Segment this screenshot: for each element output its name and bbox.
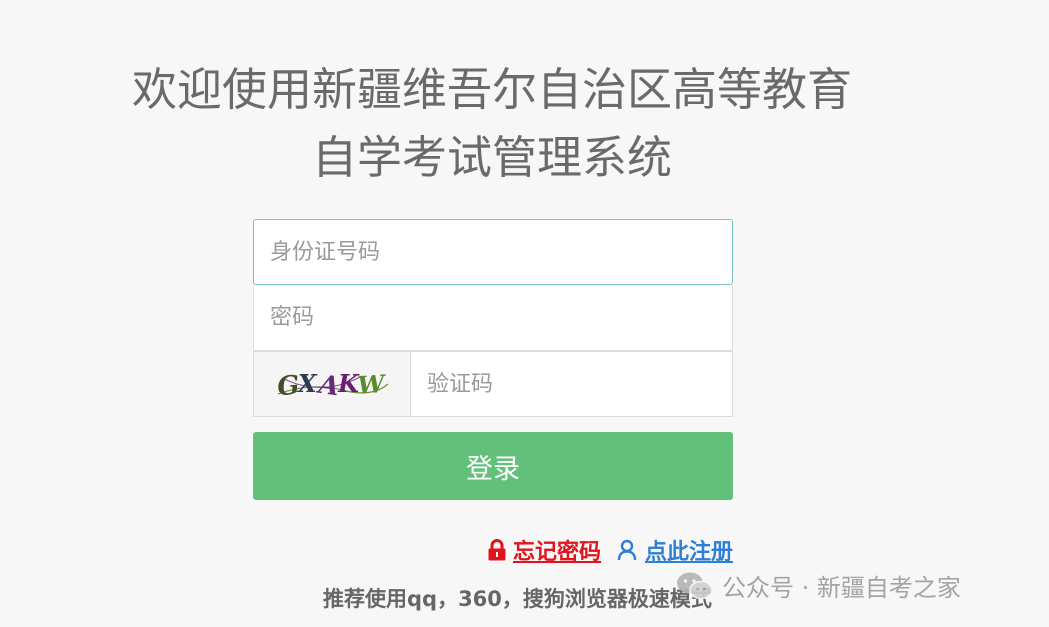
browser-recommendation: 推荐使用qq，360，搜狗浏览器极速模式 [323, 587, 712, 611]
id-number-input[interactable] [253, 219, 733, 285]
captcha-graphic: G X A K W [276, 369, 389, 402]
user-icon [617, 539, 637, 561]
lock-icon [488, 539, 506, 561]
page-title-line1: 欢迎使用新疆维吾尔自治区高等教育 [131, 63, 852, 116]
page-title-line2: 自学考试管理系统 [311, 131, 672, 184]
login-button[interactable]: 登录 [253, 432, 733, 500]
captcha-input[interactable] [411, 351, 733, 417]
svg-text:X: X [296, 369, 318, 398]
password-input[interactable] [253, 285, 733, 351]
wechat-icon [677, 572, 713, 599]
svg-text:A: A [314, 369, 341, 402]
register-link[interactable]: 点此注册 [617, 534, 733, 566]
login-form: G X A K W 登录 [253, 219, 733, 500]
auth-links: 忘记密码 点此注册 [487, 534, 733, 566]
watermark-text: 公众号 · 新疆自考之家 [722, 574, 961, 602]
captcha-row: G X A K W [253, 351, 733, 417]
svg-text:W: W [356, 369, 387, 400]
watermark: 公众号 · 新疆自考之家 [676, 568, 961, 603]
register-label: 点此注册 [644, 540, 733, 565]
captcha-image[interactable]: G X A K W [253, 351, 411, 417]
forgot-password-label: 忘记密码 [512, 540, 601, 565]
forgot-password-link[interactable]: 忘记密码 [487, 534, 601, 566]
